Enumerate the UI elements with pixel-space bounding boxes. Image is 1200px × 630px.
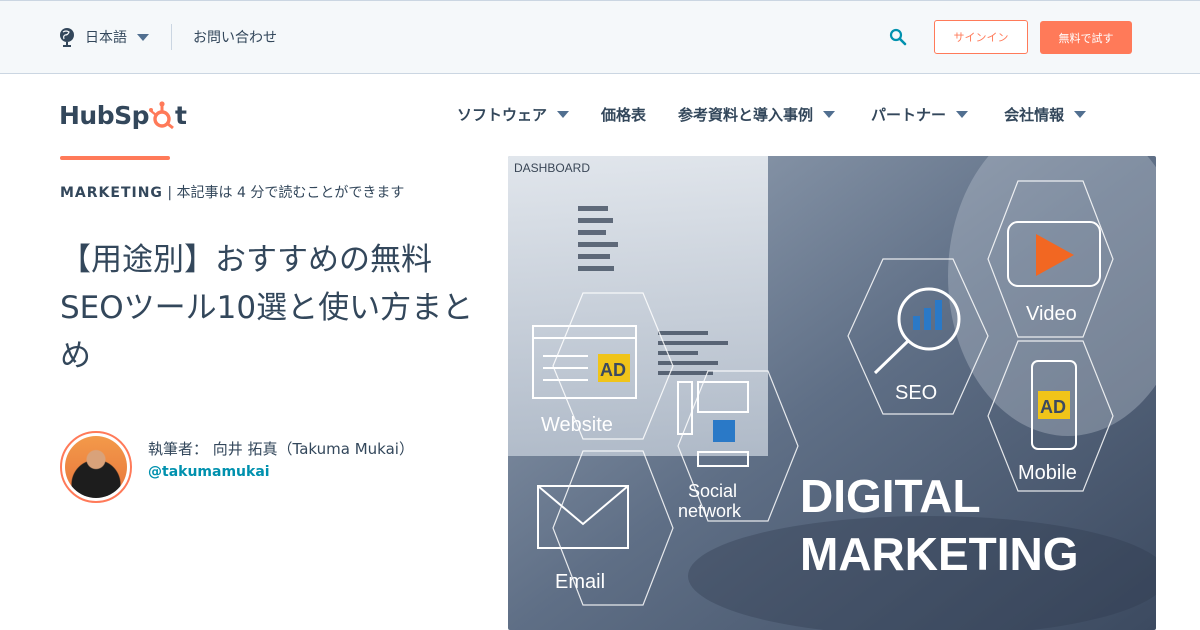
nav-company[interactable]: 会社情報 [1004, 104, 1087, 125]
hero-image: DASHBOARD AD Website Social network Emai… [508, 156, 1156, 630]
email-label: Email [555, 571, 605, 593]
social-label-1: Social [688, 481, 737, 501]
mobile-label: Mobile [1018, 462, 1077, 484]
logo-text-end: t [175, 100, 187, 130]
nav-resources[interactable]: 参考資料と導入事例 [678, 104, 836, 125]
contact-link[interactable]: お問い合わせ [193, 27, 277, 47]
author-avatar[interactable] [60, 431, 132, 503]
utility-bar: 日本語 お問い合わせ サインイン 無料で試す [0, 0, 1200, 74]
title-line: SEOツール10選と使い方まと [60, 290, 474, 326]
author-twitter-link[interactable]: @takumamukai [148, 464, 270, 480]
nav-software[interactable]: ソフトウェア [457, 104, 570, 125]
search-icon[interactable] [889, 28, 907, 46]
chevron-down-icon [1074, 110, 1087, 118]
language-label: 日本語 [85, 30, 127, 46]
nav-pricing[interactable]: 価格表 [601, 104, 646, 125]
svg-text:AD: AD [1040, 397, 1066, 417]
dashboard-label: DASHBOARD [514, 161, 590, 175]
chevron-down-icon [137, 33, 149, 41]
seo-label: SEO [895, 382, 937, 404]
nav-label: パートナー [871, 105, 947, 124]
title-line: 【用途別】おすすめの無料 [60, 242, 432, 278]
video-label: Video [1026, 303, 1077, 325]
nav-partners[interactable]: パートナー [871, 104, 969, 125]
free-trial-button[interactable]: 無料で試す [1040, 21, 1132, 54]
website-label: Website [541, 414, 613, 436]
article-title: 【用途別】おすすめの無料 SEOツール10選と使い方まと め [60, 236, 500, 380]
logo-text: HubSp [59, 100, 150, 130]
read-time: | 本記事は 4 分で読むことができます [162, 185, 405, 201]
svg-text:AD: AD [600, 360, 626, 380]
accent-bar [60, 156, 170, 160]
nav-label: 価格表 [601, 105, 647, 124]
nav-label: 会社情報 [1004, 105, 1065, 124]
marketing-label: MARKETING [800, 528, 1079, 580]
topic-tag[interactable]: MARKETING [60, 185, 163, 201]
author-name: 執筆者： 向井 拓真（Takuma Mukai） [148, 440, 414, 458]
hubspot-logo[interactable]: HubSp t [59, 96, 187, 134]
sprocket-icon [149, 101, 174, 130]
social-label-2: network [678, 501, 742, 521]
article-meta: MARKETING | 本記事は 4 分で読むことができます [60, 182, 404, 202]
language-selector[interactable]: 日本語 [58, 25, 149, 49]
chevron-down-icon [557, 110, 570, 118]
nav-label: ソフトウェア [457, 105, 548, 124]
signin-button[interactable]: サインイン [934, 20, 1028, 54]
main-nav: ソフトウェア 価格表 参考資料と導入事例 パートナー 会社情報 [457, 102, 1087, 126]
chevron-down-icon [956, 110, 969, 118]
digital-label: DIGITAL [800, 470, 981, 522]
divider [171, 24, 172, 50]
nav-label: 参考資料と導入事例 [678, 105, 814, 124]
chevron-down-icon [823, 110, 836, 118]
title-line: め [60, 338, 91, 374]
globe-icon [60, 28, 74, 47]
